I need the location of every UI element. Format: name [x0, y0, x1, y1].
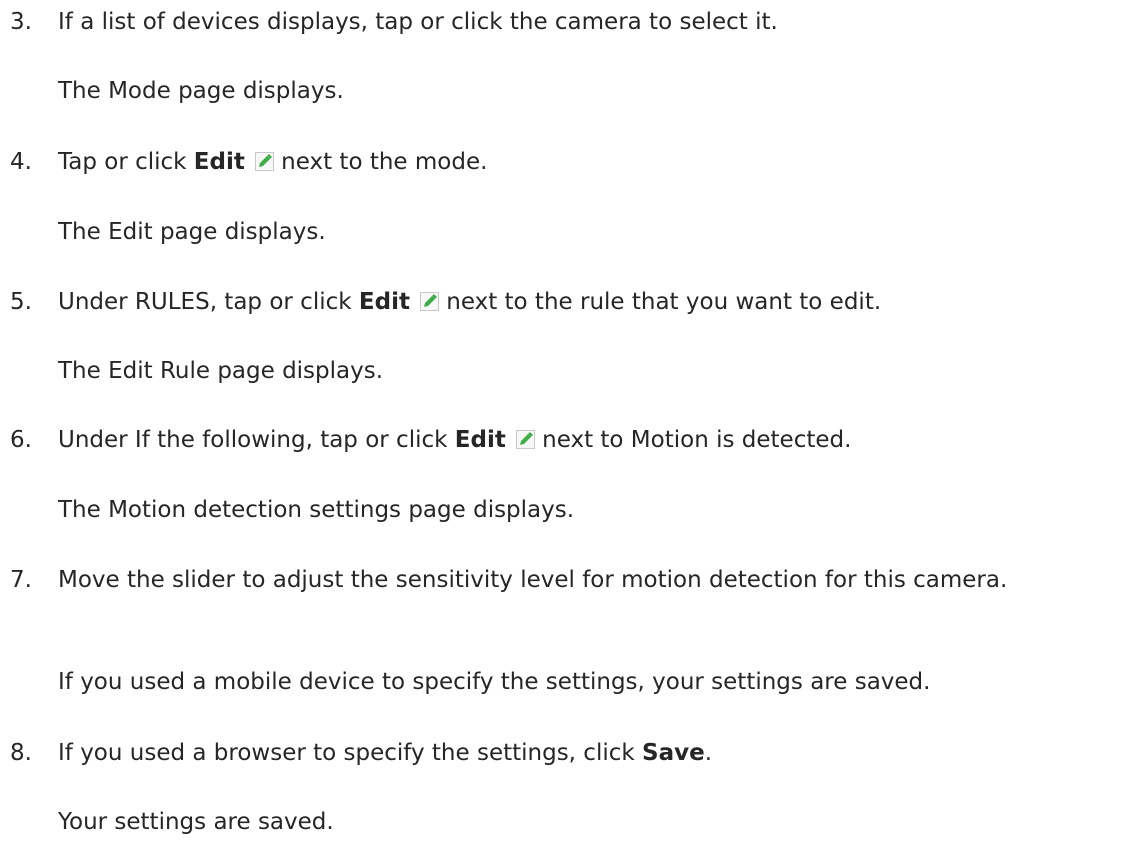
step-text-before: Tap or click	[58, 149, 187, 175]
step-number: 3.	[10, 9, 32, 35]
step-number: 4.	[10, 149, 32, 175]
save-label: Save	[642, 740, 705, 766]
step-number: 8.	[10, 740, 32, 766]
step-3-result: The Mode page displays.	[58, 78, 344, 104]
step-6: 6. Under If the following, tap or click E…	[10, 424, 1136, 456]
step-text-after: next to Motion is detected.	[542, 427, 852, 453]
step-text-before: If you used a browser to specify the set…	[58, 740, 635, 766]
step-7-result: If you used a mobile device to specify t…	[58, 669, 931, 695]
edit-label: Edit	[358, 289, 410, 315]
step-text-after: .	[704, 740, 713, 766]
step-text-after: next to the rule that you want to edit.	[446, 289, 882, 315]
step-text-before: Under If the following, tap or click	[58, 427, 448, 453]
step-8-result: Your settings are saved.	[58, 809, 334, 835]
step-text-after: next to the mode.	[281, 149, 488, 175]
step-7-text: Move the slider to adjust the sensitivit…	[58, 567, 1008, 593]
step-number: 6.	[10, 427, 32, 453]
instruction-document: 3. If a list of devices displays, tap or …	[0, 0, 1136, 854]
edit-pencil-icon	[254, 152, 274, 171]
edit-label: Edit	[454, 427, 506, 453]
step-number: 5.	[10, 289, 32, 315]
step-5: 5. Under RULES, tap or click Edit next to…	[10, 286, 1136, 318]
step-number: 7.	[10, 567, 32, 593]
step-8: 8. If you used a browser to specify the s…	[10, 737, 1136, 769]
step-3: 3. If a list of devices displays, tap or …	[10, 6, 1136, 38]
step-5-result: The Edit Rule page displays.	[58, 358, 384, 384]
edit-pencil-icon	[515, 430, 535, 449]
edit-label: Edit	[193, 149, 245, 175]
edit-pencil-icon	[419, 292, 439, 311]
step-6-result: The Motion detection settings page displ…	[58, 497, 575, 523]
step-text-before: Under RULES, tap or click	[58, 289, 352, 315]
step-4: 4. Tap or click Edit next to the mode.	[10, 146, 1136, 178]
step-4-result: The Edit page displays.	[58, 219, 326, 245]
step-text: If a list of devices displays, tap or cl…	[58, 9, 778, 35]
